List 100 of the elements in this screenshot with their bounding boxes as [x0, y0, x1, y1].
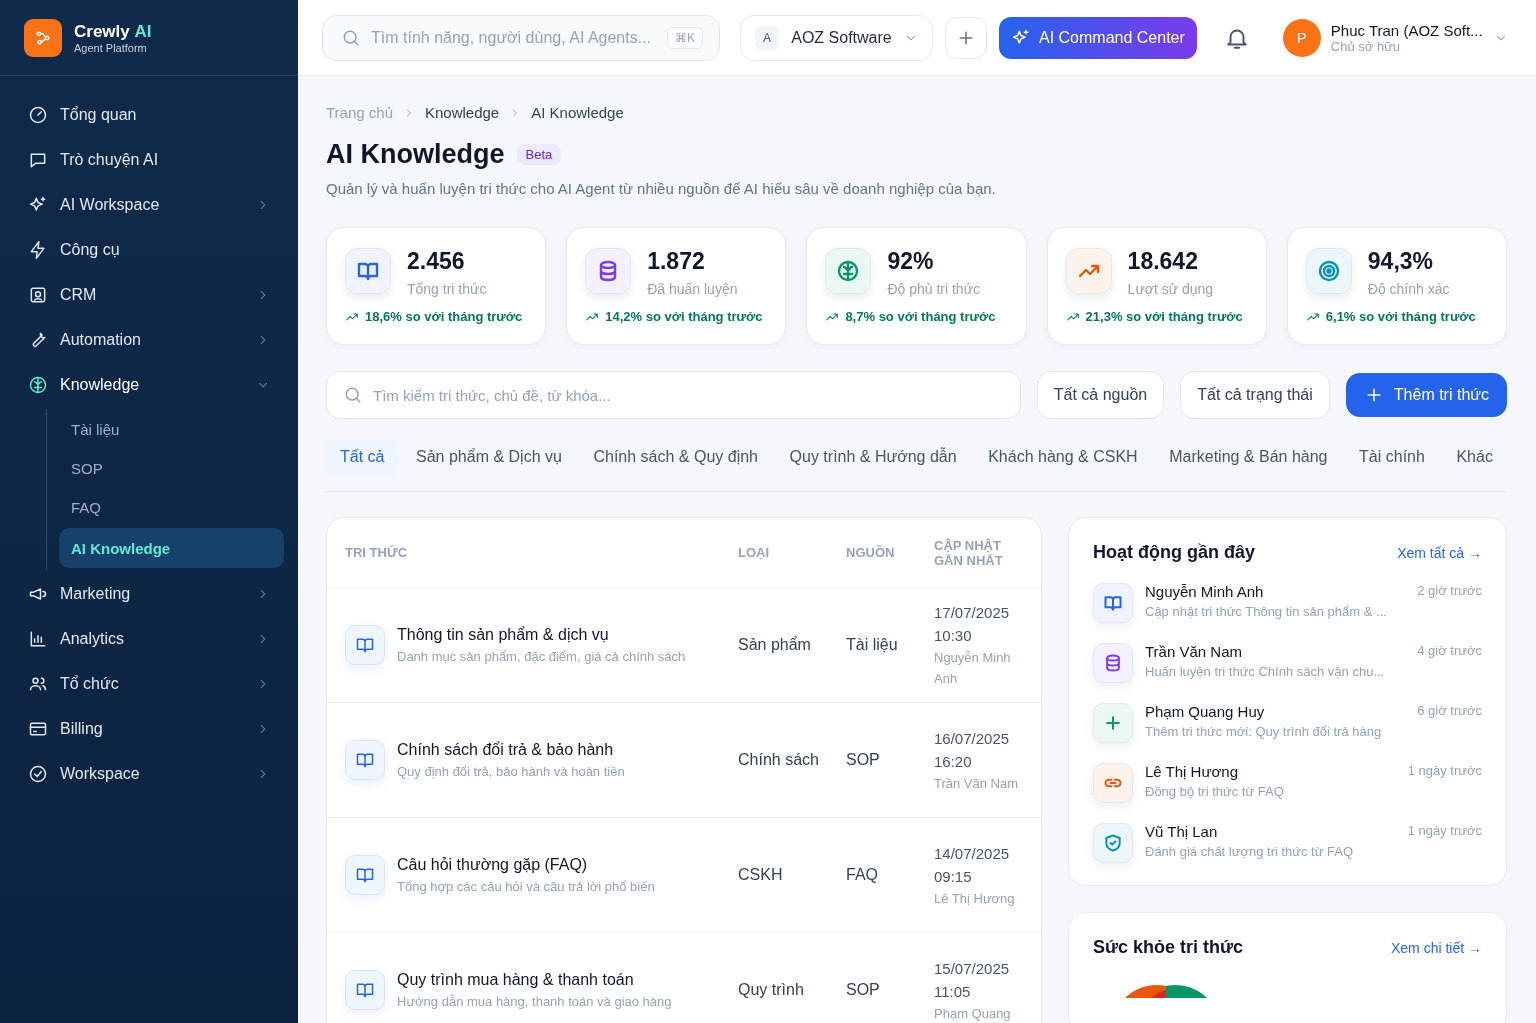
book-icon: [355, 865, 375, 885]
filter-dropdown[interactable]: Tất cả trạng thái: [1180, 371, 1330, 419]
stat-value: 1.872: [647, 248, 706, 275]
activity-user: Nguyễn Minh Anh: [1145, 583, 1265, 600]
card-title: Hoạt động gần đây: [1093, 542, 1255, 563]
sidebar-item[interactable]: CRM: [14, 274, 284, 316]
sidebar-subitem[interactable]: Tài liệu: [59, 411, 284, 447]
user-role: Chủ sở hữu: [1330, 38, 1402, 54]
table-cell-text: FAQ: [846, 866, 879, 884]
lightning-icon: [28, 240, 48, 260]
category-tab[interactable]: Chính sách & Quy định: [579, 439, 772, 475]
update-date: 15/07/2025: [934, 958, 1011, 979]
knowledge-description: Danh mục sản phẩm, đặc điểm, giá cả chính sách: [397, 649, 686, 664]
activity-text: Đánh giá chất lượng tri thức từ FAQ: [1145, 844, 1355, 859]
stat-value: 94,3%: [1367, 248, 1434, 275]
activity-text: Huấn luyện tri thức Chính sách vận chu...: [1145, 664, 1386, 679]
table-cell-text: SOP: [846, 981, 881, 999]
book-icon: [355, 980, 375, 1000]
update-date: 17/07/2025: [934, 603, 1011, 623]
activity-text: Thêm tri thức mới: Quy trình đổi trả hàng: [1145, 724, 1383, 739]
view-all-link[interactable]: Xem tất cả →: [1397, 544, 1482, 561]
knowledge-description: Quy định đổi trả, bảo hành và hoàn tiền: [397, 764, 625, 779]
activity-text: Cập nhật tri thức Thông tin sản phẩm & ...: [1145, 604, 1388, 619]
add-knowledge-button[interactable]: Thêm tri thức: [1345, 373, 1507, 417]
table-cell-text: Tài liệu: [846, 636, 899, 654]
sidebar-item[interactable]: Trò chuyện AI: [14, 139, 284, 181]
category-tab[interactable]: Sản phẩm & Dịch vụ: [402, 439, 576, 475]
stat-label: Lượt sử dụng: [1127, 281, 1214, 297]
contact-card-icon: [28, 285, 48, 305]
knowledge-title[interactable]: Chính sách đổi trả & bảo hành: [397, 741, 625, 759]
category-tab[interactable]: Khác: [1442, 439, 1507, 475]
stat-change: 18,6% so với tháng trước: [365, 309, 523, 324]
category-tab[interactable]: Quy trình & Hướng dẫn: [775, 439, 971, 475]
table-cell-text: Chính sách: [738, 751, 820, 769]
bar-chart-icon: [28, 629, 48, 649]
breadcrumb-link[interactable]: AI Knowledge: [531, 104, 624, 121]
sidebar-item[interactable]: AI Workspace: [14, 184, 284, 226]
update-time: 11:05: [934, 981, 972, 1002]
card-icon: [28, 719, 48, 739]
sidebar-subitem[interactable]: FAQ: [59, 489, 284, 525]
sidebar-subitem[interactable]: AI Knowledge: [59, 528, 284, 568]
sidebar-subitem[interactable]: SOP: [59, 450, 284, 486]
update-author: Nguyễn Minh Anh: [934, 649, 1012, 688]
update-author: Trần Văn Nam: [934, 774, 1020, 793]
category-tab[interactable]: Tài chính: [1345, 439, 1439, 475]
sidebar-item[interactable]: Marketing: [14, 573, 284, 615]
gauge-icon: [28, 105, 48, 125]
activity-user: Vũ Thị Lan: [1145, 823, 1219, 840]
filter-dropdown[interactable]: Tất cả nguồn: [1036, 371, 1165, 419]
stat-label: Tổng tri thức: [407, 281, 487, 297]
check-circle-icon: [28, 764, 48, 784]
stat-value: 92%: [887, 248, 935, 275]
table-cell-text: Sản phẩm: [738, 636, 812, 654]
sidebar-item[interactable]: Analytics: [14, 618, 284, 660]
activity-time: 2 giờ trước: [1417, 583, 1482, 598]
table-cell-text: SOP: [846, 751, 881, 769]
stat-label: Độ phủ tri thức: [887, 281, 981, 297]
activity-time: 1 ngày trước: [1407, 823, 1482, 838]
knowledge-title[interactable]: Thông tin sản phẩm & dịch vụ: [397, 626, 686, 644]
shortcut-hint: ⌘K: [667, 26, 703, 49]
sidebar-item[interactable]: Workspace: [14, 753, 284, 795]
category-tab[interactable]: Khách hàng & CSKH: [974, 439, 1152, 475]
sidebar-item[interactable]: Công cụ: [14, 229, 284, 271]
book-icon: [355, 750, 375, 770]
view-details-link[interactable]: Xem chi tiết →: [1390, 939, 1482, 956]
update-date: 14/07/2025: [934, 843, 1011, 864]
organization-selector[interactable]: A AOZ Software: [740, 14, 933, 61]
page-title: AI Knowledge: [326, 139, 505, 170]
command-center-button[interactable]: AI Command Center: [999, 16, 1197, 59]
stat-value: 18.642: [1127, 248, 1199, 275]
stat-value: 2.456: [407, 248, 466, 275]
update-author: Phạm Quang: [934, 1004, 1012, 1023]
user-name: Phuc Tran (AOZ Soft...: [1330, 21, 1484, 39]
stat-change: 14,2% so với tháng trước: [605, 309, 763, 324]
activity-user: Phạm Quang Huy: [1145, 703, 1266, 720]
category-tab[interactable]: Marketing & Bán hàng: [1155, 439, 1342, 475]
column-header: CẬP NHẬT GẦN NHẤT: [934, 537, 1004, 568]
add-button[interactable]: [945, 16, 987, 59]
sidebar-item[interactable]: Billing: [14, 708, 284, 750]
sidebar-item[interactable]: Automation: [14, 319, 284, 361]
breadcrumb-link[interactable]: Knowledge: [425, 104, 500, 121]
update-author: Lê Thị Hương: [934, 889, 1016, 908]
sidebar-item[interactable]: Tổng quan: [14, 94, 284, 136]
table-cell-text: Quy trình: [738, 981, 805, 999]
update-date: 16/07/2025: [934, 728, 1011, 749]
chat-icon: [28, 150, 48, 170]
sidebar-item[interactable]: Knowledge: [14, 364, 284, 406]
stat-change: 6,1% so với tháng trước: [1325, 309, 1476, 324]
category-tab[interactable]: Tất cả: [326, 439, 399, 475]
sidebar-item[interactable]: Tổ chức: [14, 663, 284, 705]
activity-time: 6 giờ trước: [1417, 703, 1482, 718]
update-time: 10:30: [934, 626, 973, 646]
knowledge-title[interactable]: Câu hỏi thường gặp (FAQ): [397, 856, 655, 874]
knowledge-description: Hướng dẫn mua hàng, thanh toán và giao hàng: [397, 994, 672, 1009]
knowledge-title[interactable]: Quy trình mua hàng & thanh toán: [397, 971, 672, 989]
activity-user: Trần Văn Nam: [1145, 643, 1243, 660]
stat-label: Đã huấn luyện: [647, 281, 738, 297]
update-time: 16:20: [934, 751, 973, 772]
activity-time: 4 giờ trước: [1417, 643, 1482, 658]
activity-user: Lê Thị Hương: [1145, 763, 1239, 780]
